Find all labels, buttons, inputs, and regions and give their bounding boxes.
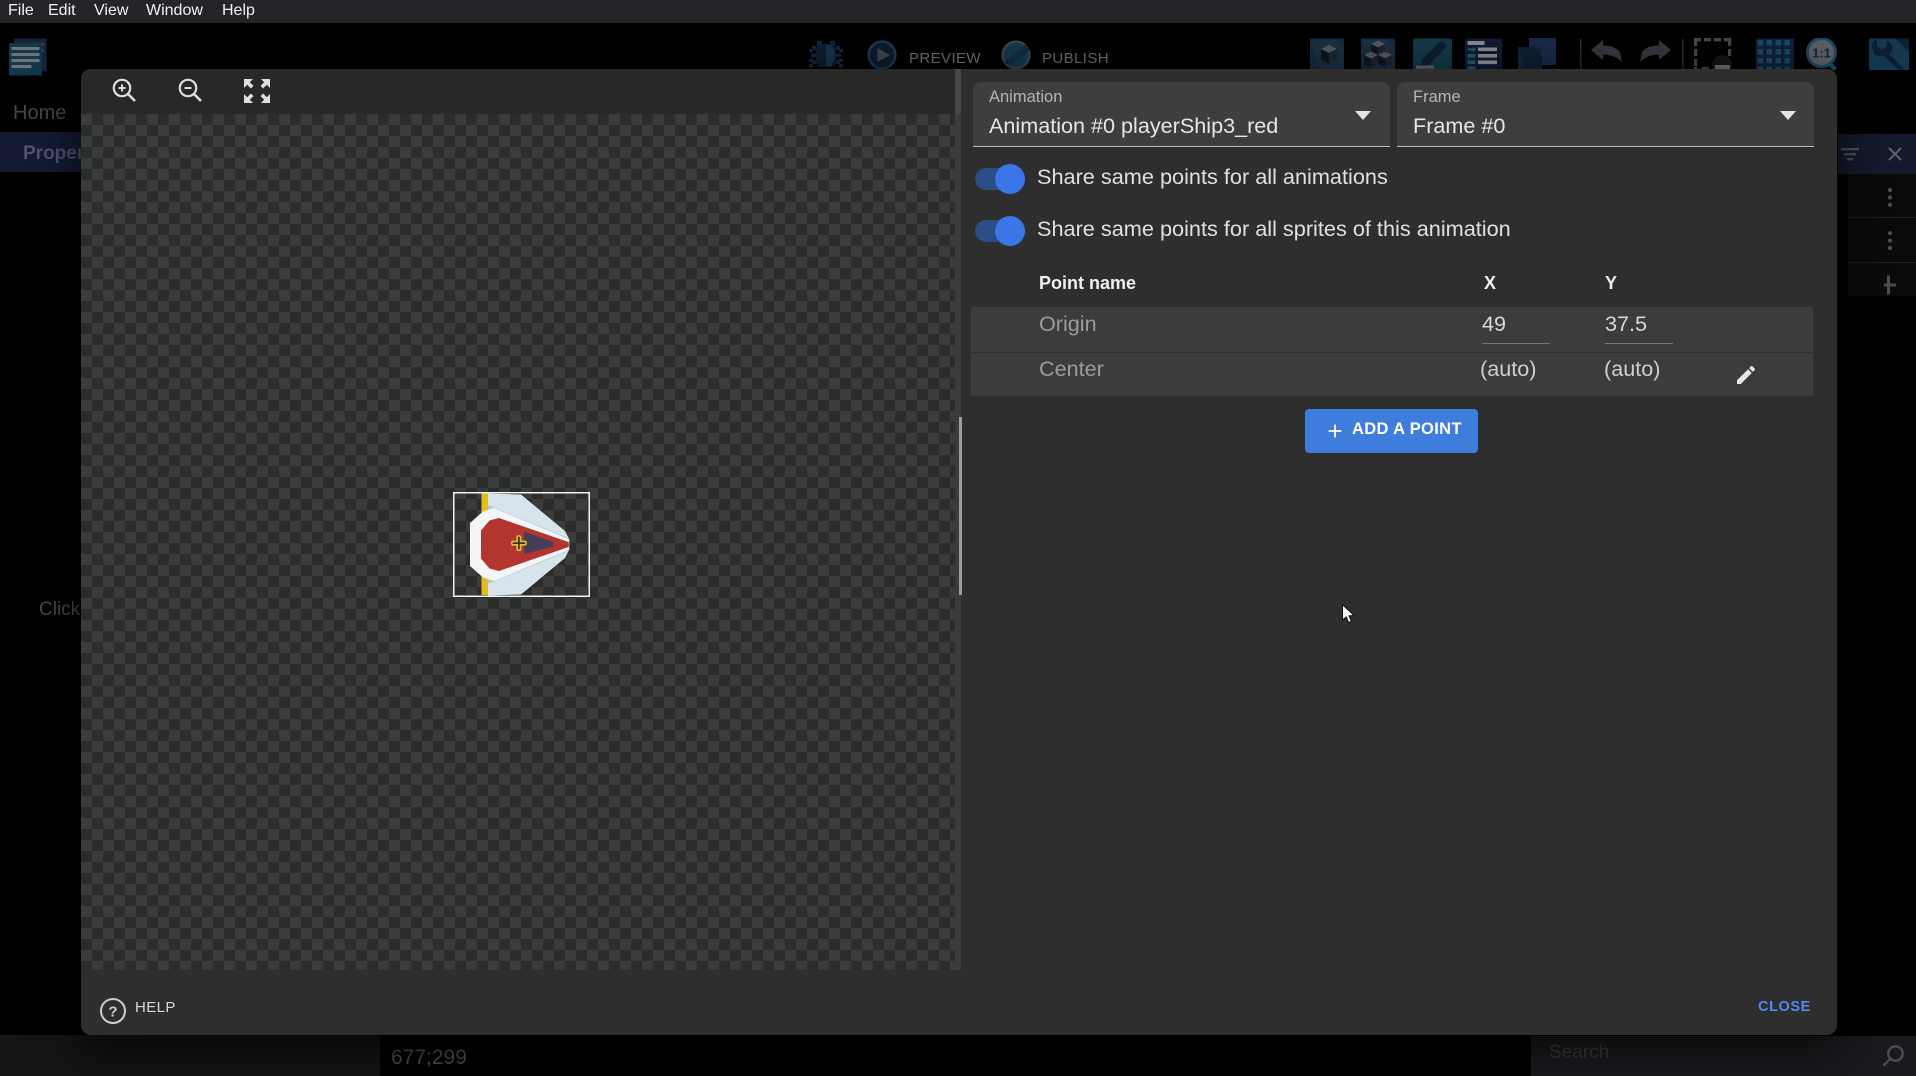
- svg-text:1:1: 1:1: [1812, 46, 1831, 61]
- svg-text:?: ?: [108, 1004, 117, 1021]
